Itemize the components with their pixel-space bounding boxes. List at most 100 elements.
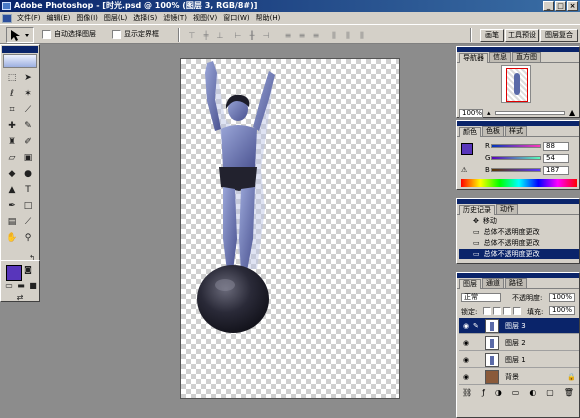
new-layer-icon[interactable]: ▢ [546,387,554,399]
foreground-color-swatch[interactable] [6,265,22,281]
menu-window[interactable]: 窗口(W) [220,12,252,24]
shape-tool-icon[interactable]: □ [21,199,35,213]
brushes-palette-tab[interactable]: 画笔 [480,29,504,42]
distribute-hcenter-icon[interactable]: ⫼ [342,31,354,40]
hand-tool-icon[interactable]: ✋ [5,231,19,245]
distribute-left-icon[interactable]: ⫼ [328,31,340,40]
visibility-eye-icon[interactable]: ◉ [461,321,471,331]
document-canvas[interactable] [180,58,400,399]
b-channel-input[interactable]: 187 [543,166,569,175]
minimize-button[interactable]: _ [543,1,554,11]
lasso-tool-icon[interactable]: ℓ [5,87,19,101]
tab-info[interactable]: 信息 [489,52,511,62]
align-top-icon[interactable]: ⊤ [186,31,198,40]
r-channel-input[interactable]: 88 [543,142,569,151]
pen-tool-icon[interactable]: ✒ [5,199,19,213]
tab-color[interactable]: 颜色 [459,127,481,137]
align-vcenter-icon[interactable]: ╪ [200,31,212,40]
color-ramp[interactable] [461,179,577,187]
adjustment-layer-icon[interactable]: ◐ [529,387,536,399]
opacity-input[interactable]: 100% [549,293,575,302]
r-channel-slider[interactable] [491,144,541,148]
distribute-top-icon[interactable]: ≡ [282,31,294,40]
photoshop-logo[interactable] [3,54,37,68]
tool-presets-palette-tab[interactable]: 工具预设 [505,29,539,42]
clone-stamp-tool-icon[interactable]: ♜ [5,135,19,149]
eyedropper-tool-icon[interactable]: ⟋ [21,215,35,229]
distribute-vcenter-icon[interactable]: ≡ [296,31,308,40]
menu-file[interactable]: 文件(F) [14,12,44,24]
visibility-eye-icon[interactable]: ◉ [461,372,471,382]
tab-layers[interactable]: 图层 [459,279,481,289]
show-bounding-box-checkbox[interactable] [112,30,121,39]
lock-image-checkbox[interactable] [493,307,501,315]
move-tool-icon[interactable]: ➤ [21,71,35,85]
layer-style-icon[interactable]: ƒ [482,387,485,399]
type-tool-icon[interactable]: T [21,183,35,197]
menu-edit[interactable]: 编辑(E) [44,12,74,24]
layer-row[interactable]: ◉ 图层 2 [459,335,579,351]
dodge-tool-icon[interactable]: ● [21,167,35,181]
align-hcenter-icon[interactable]: ╫ [246,31,258,40]
menu-help[interactable]: 帮助(H) [253,12,284,24]
navigator-zoom-input[interactable]: 100% [459,109,483,118]
crop-tool-icon[interactable]: ⌗ [5,103,19,117]
visibility-eye-icon[interactable]: ◉ [461,355,471,365]
layer-row[interactable]: ◉ 图层 1 [459,352,579,368]
b-channel-slider[interactable] [491,168,541,172]
notes-tool-icon[interactable]: ▤ [5,215,19,229]
history-state[interactable]: ✥ 移动 [459,216,579,226]
tab-swatches[interactable]: 色板 [482,126,504,136]
distribute-bottom-icon[interactable]: ≡ [310,31,322,40]
navigator-view-box[interactable] [506,68,528,102]
align-left-icon[interactable]: ⊢ [232,31,244,40]
layer-comps-palette-tab[interactable]: 图层复合 [540,29,578,42]
g-channel-slider[interactable] [491,156,541,160]
eraser-tool-icon[interactable]: ▱ [5,151,19,165]
distribute-right-icon[interactable]: ⫼ [356,31,368,40]
auto-select-layer-checkbox[interactable] [42,30,51,39]
layer-mask-icon[interactable]: ◑ [495,387,502,399]
full-screen-mode-icon[interactable]: ■ [26,279,40,293]
lock-position-checkbox[interactable] [503,307,511,315]
path-selection-tool-icon[interactable]: ▲ [5,183,19,197]
lock-all-checkbox[interactable] [513,307,521,315]
navigator-zoom-slider[interactable] [495,111,565,115]
magic-wand-tool-icon[interactable]: ✶ [21,87,35,101]
menu-image[interactable]: 图像(I) [73,12,101,24]
menu-select[interactable]: 选择(S) [130,12,160,24]
brush-tool-icon[interactable]: ✎ [21,119,35,133]
healing-brush-tool-icon[interactable]: ✚ [5,119,19,133]
slice-tool-icon[interactable]: ⟋ [21,103,35,117]
tab-styles[interactable]: 样式 [505,126,527,136]
zoom-out-icon[interactable]: ▴ [487,110,491,117]
menu-filter[interactable]: 滤镜(T) [160,12,190,24]
layer-set-icon[interactable]: ▭ [512,387,520,399]
tab-paths[interactable]: 路径 [505,278,527,288]
layer-row-background[interactable]: ◉ 背景 🔒 [459,369,579,385]
g-channel-input[interactable]: 54 [543,154,569,163]
move-link-icon[interactable]: ✎ [473,318,479,334]
color-palette-foreground-swatch[interactable] [461,143,473,155]
delete-layer-icon[interactable]: 🗑 [564,387,574,399]
blend-mode-select[interactable]: 正常 [461,293,501,302]
menu-view[interactable]: 视图(V) [190,12,220,24]
tab-navigator[interactable]: 导航器 [459,53,488,63]
tool-preset-picker[interactable] [6,27,34,43]
tab-actions[interactable]: 动作 [496,204,518,214]
tab-history[interactable]: 历史记录 [459,205,495,215]
history-brush-tool-icon[interactable]: ✐ [21,135,35,149]
quick-mask-mode-icon[interactable]: ◙ [21,263,35,277]
zoom-in-icon[interactable]: ▲ [569,109,575,117]
align-bottom-icon[interactable]: ⊥ [214,31,226,40]
visibility-eye-icon[interactable]: ◉ [461,338,471,348]
tab-channels[interactable]: 通道 [482,278,504,288]
fill-input[interactable]: 100% [549,306,575,315]
gradient-tool-icon[interactable]: ▣ [21,151,35,165]
maximize-button[interactable]: □ [555,1,566,11]
tab-histogram[interactable]: 直方图 [512,52,541,62]
lock-transparency-checkbox[interactable] [483,307,491,315]
align-right-icon[interactable]: ⊣ [260,31,272,40]
layer-row-active[interactable]: ◉ ✎ 图层 3 [459,318,579,334]
zoom-tool-icon[interactable]: ⚲ [21,231,35,245]
